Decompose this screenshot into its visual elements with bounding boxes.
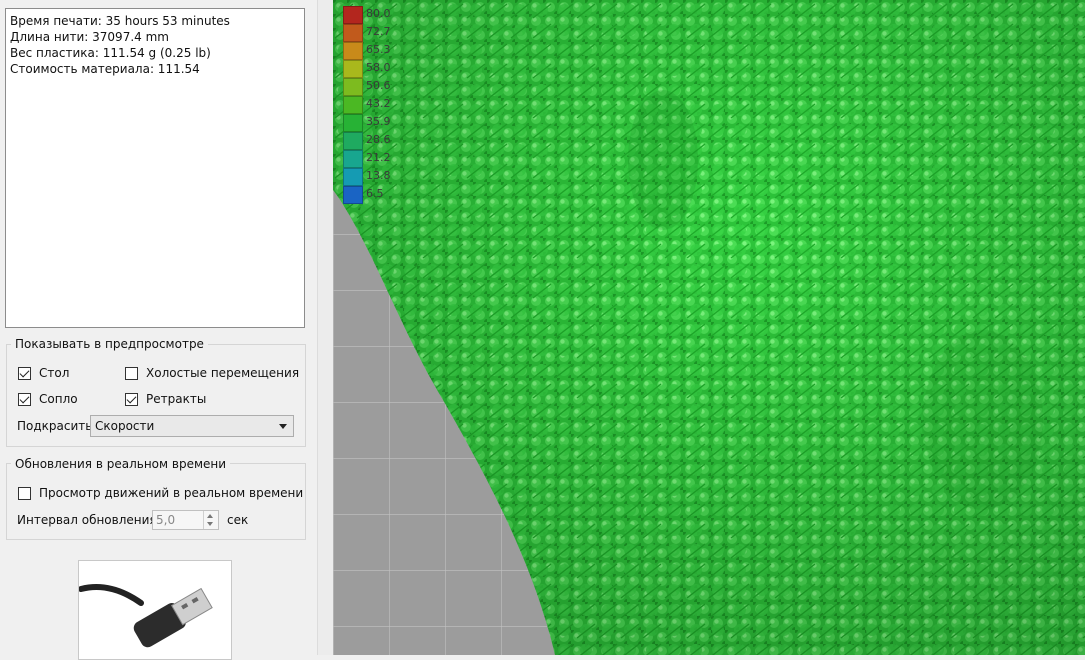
legend-row: 43.2 [343,96,403,114]
update-interval-spinbox[interactable]: 5,0 [152,510,219,530]
filament-length-text: Длина нити: 37097.4 mm [10,30,169,44]
bed-option[interactable]: Стол [18,366,69,380]
legend-row: 50.6 [343,78,403,96]
update-interval-value: 5,0 [156,513,176,527]
legend-row: 65.3 [343,42,403,60]
retracts-option[interactable]: Ретракты [125,392,206,406]
legend-swatch [343,96,363,114]
live-preview-label: Просмотр движений в реальном времени [39,486,304,500]
travel-moves-option[interactable]: Холостые перемещения [125,366,299,380]
legend-swatch [343,114,363,132]
travel-moves-label: Холостые перемещения [146,366,300,380]
travel-moves-checkbox[interactable] [125,366,138,380]
legend-row: 21.2 [343,150,403,168]
legend-value: 43.2 [366,97,391,110]
update-interval-unit: сек [227,513,249,527]
legend-value: 21.2 [366,151,391,164]
usb-cable-image [78,560,232,660]
legend-row: 80.0 [343,6,403,24]
legend-swatch [343,42,363,60]
color-by-select[interactable]: Скорости [90,415,294,437]
update-interval-label: Интервал обновления [17,513,157,527]
panel-splitter[interactable] [317,0,333,655]
spin-buttons[interactable] [203,511,218,529]
plastic-weight-text: Вес пластика: 111.54 g (0.25 lb) [10,46,211,60]
spin-down-icon[interactable] [207,522,213,526]
legend-row: 72.7 [343,24,403,42]
legend-swatch [343,24,363,42]
3d-preview-viewport[interactable]: 80.0 72.7 65.3 58.0 50.6 43.2 35.9 28.6 21.2 13.8… [333,0,1085,655]
chevron-down-icon [279,424,287,429]
legend-value: 58.0 [366,61,391,74]
legend-swatch [343,132,363,150]
legend-row: 35.9 [343,114,403,132]
legend-value: 35.9 [366,115,391,128]
legend-row: 28.6 [343,132,403,150]
legend-value: 72.7 [366,25,391,38]
preview-options-title: Показывать в предпросмотре [11,337,208,351]
legend-value: 80.0 [366,7,391,20]
color-by-label: Подкрасить [17,419,93,433]
legend-row: 13.8 [343,168,403,186]
bed-checkbox[interactable] [18,366,31,380]
live-preview-checkbox[interactable] [18,486,31,500]
live-preview-option[interactable]: Просмотр движений в реальном времени [18,486,303,500]
legend-row: 6.5 [343,186,403,204]
legend-swatch [343,60,363,78]
legend-swatch [343,78,363,96]
legend-swatch [343,168,363,186]
legend-swatch [343,6,363,24]
nozzle-label: Сопло [39,392,78,406]
bed-label: Стол [39,366,70,380]
print-model-render [333,0,1085,655]
realtime-updates-title: Обновления в реальном времени [11,457,231,471]
nozzle-checkbox[interactable] [18,392,31,406]
legend-value: 28.6 [366,133,391,146]
legend-value: 13.8 [366,169,391,182]
usb-cable-icon [79,583,213,648]
left-panel: Время печати: 35 hours 53 minutes Длина … [0,0,317,660]
legend-swatch [343,186,363,204]
print-time-text: Время печати: 35 hours 53 minutes [10,14,230,28]
legend-value: 50.6 [366,79,391,92]
legend-swatch [343,150,363,168]
legend-value: 65.3 [366,43,391,56]
retracts-checkbox[interactable] [125,392,138,406]
material-cost-text: Стоимость материала: 111.54 [10,62,200,76]
legend-row: 58.0 [343,60,403,78]
nozzle-option[interactable]: Сопло [18,392,78,406]
retracts-label: Ретракты [146,392,207,406]
spin-up-icon[interactable] [207,514,213,518]
print-info-box: Время печати: 35 hours 53 minutes Длина … [5,8,305,328]
color-by-value: Скорости [95,419,155,433]
legend-value: 6.5 [366,187,384,200]
speed-legend: 80.0 72.7 65.3 58.0 50.6 43.2 35.9 28.6 21.2 13.8… [343,6,403,204]
